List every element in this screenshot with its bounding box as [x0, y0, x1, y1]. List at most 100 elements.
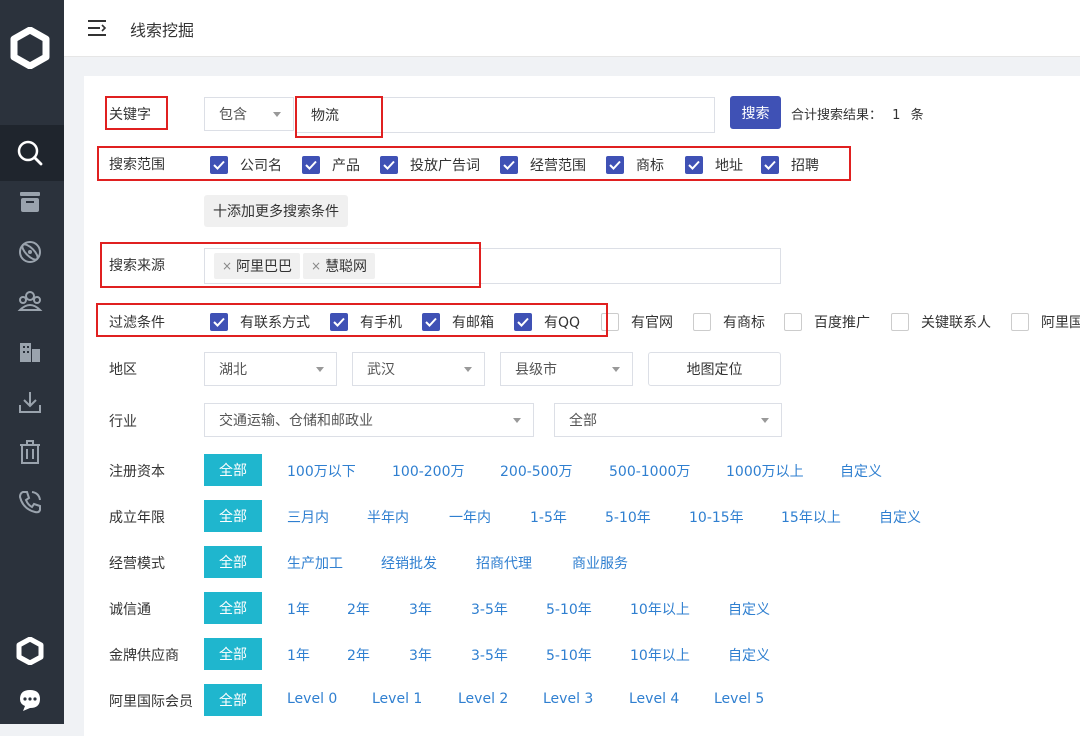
logo-icon[interactable] — [9, 26, 51, 70]
trust-option[interactable]: 3-5年 — [471, 599, 508, 619]
filter-checkbox[interactable]: 阿里国 — [1011, 312, 1080, 332]
download-icon[interactable] — [15, 387, 45, 417]
trust-option[interactable]: 10年以上 — [630, 599, 690, 619]
years-option[interactable]: 一年内 — [449, 507, 491, 527]
scope-checkbox-label: 招聘 — [791, 158, 819, 174]
add-condition-button[interactable]: 十添加更多搜索条件 — [204, 195, 348, 227]
trust-option[interactable]: 1年 — [287, 599, 310, 619]
capital-option[interactable]: 1000万以上 — [726, 461, 804, 481]
capital-option[interactable]: 全部 — [204, 454, 262, 486]
filter-checkbox[interactable]: 有联系方式 — [210, 312, 310, 332]
filter-checkbox[interactable]: 有商标 — [693, 312, 765, 332]
capital-option[interactable]: 500-1000万 — [609, 461, 690, 481]
industry-label: 行业 — [109, 414, 137, 430]
gold-option[interactable]: 3-5年 — [471, 645, 508, 665]
gold-option[interactable]: 10年以上 — [630, 645, 690, 665]
trust-option[interactable]: 2年 — [347, 599, 370, 619]
filter-checkbox-label: 有邮箱 — [452, 315, 494, 331]
checkbox-checked-icon — [380, 156, 398, 174]
years-option[interactable]: 自定义 — [879, 507, 921, 527]
close-icon[interactable]: × — [311, 259, 321, 273]
top-header: 线索挖掘 — [64, 0, 1080, 57]
close-icon[interactable]: × — [222, 259, 232, 273]
search-icon[interactable] — [15, 138, 45, 168]
search-button[interactable]: 搜索 — [730, 96, 781, 129]
filter-checkbox[interactable]: 有QQ — [514, 312, 580, 332]
intl-option[interactable]: Level 2 — [458, 691, 508, 707]
keyword-input[interactable]: 物流 — [296, 97, 715, 133]
industry-select[interactable]: 交通运输、仓储和邮政业 — [204, 403, 534, 437]
mode-option[interactable]: 生产加工 — [287, 553, 343, 573]
filter-checkbox[interactable]: 有邮箱 — [422, 312, 494, 332]
building-icon[interactable] — [15, 337, 45, 367]
scope-checkbox[interactable]: 商标 — [606, 155, 664, 175]
years-option[interactable]: 半年内 — [367, 507, 409, 527]
scope-checkbox[interactable]: 经营范围 — [500, 155, 586, 175]
filter-checkbox-label: 百度推广 — [814, 315, 870, 331]
mode-option[interactable]: 商业服务 — [572, 553, 628, 573]
city-select[interactable]: 武汉 — [352, 352, 485, 386]
source-tag[interactable]: × 阿里巴巴 — [214, 253, 301, 279]
scope-checkbox[interactable]: 地址 — [685, 155, 743, 175]
years-option[interactable]: 10-15年 — [689, 507, 744, 527]
intl-option[interactable]: Level 4 — [629, 691, 679, 707]
checkbox-unchecked-icon — [784, 313, 802, 331]
province-select[interactable]: 湖北 — [204, 352, 337, 386]
years-option[interactable]: 5-10年 — [605, 507, 651, 527]
intl-option[interactable]: Level 5 — [714, 691, 764, 707]
capital-option[interactable]: 100-200万 — [392, 461, 465, 481]
filter-checkbox[interactable]: 关键联系人 — [891, 312, 991, 332]
filter-checkbox-label: 阿里国 — [1041, 315, 1080, 331]
trust-option[interactable]: 全部 — [204, 592, 262, 624]
page-title: 线索挖掘 — [130, 21, 195, 40]
years-option[interactable]: 15年以上 — [781, 507, 841, 527]
gold-option[interactable]: 1年 — [287, 645, 310, 665]
gold-option[interactable]: 2年 — [347, 645, 370, 665]
sub-industry-select[interactable]: 全部 — [554, 403, 782, 437]
filter-checkbox[interactable]: 有官网 — [601, 312, 673, 332]
province-value: 湖北 — [219, 362, 247, 378]
trash-icon[interactable] — [15, 437, 45, 467]
brand-icon[interactable] — [15, 636, 45, 666]
scope-checkbox[interactable]: 招聘 — [761, 155, 819, 175]
capital-option[interactable]: 100万以下 — [287, 461, 356, 481]
intl-option[interactable]: 全部 — [204, 684, 262, 716]
source-tag[interactable]: × 慧聪网 — [303, 253, 376, 279]
mode-option[interactable]: 招商代理 — [476, 553, 532, 573]
trust-option[interactable]: 自定义 — [728, 599, 770, 619]
checkbox-checked-icon — [606, 156, 624, 174]
phone-icon[interactable] — [15, 487, 45, 517]
orbit-icon[interactable] — [15, 237, 45, 267]
mode-option[interactable]: 经销批发 — [381, 553, 437, 573]
years-option[interactable]: 全部 — [204, 500, 262, 532]
mode-option[interactable]: 全部 — [204, 546, 262, 578]
users-icon[interactable] — [15, 286, 45, 316]
intl-option[interactable]: Level 0 — [287, 691, 337, 707]
filter-checkbox[interactable]: 有手机 — [330, 312, 402, 332]
intl-option[interactable]: Level 3 — [543, 691, 593, 707]
map-locate-button[interactable]: 地图定位 — [648, 352, 781, 386]
county-select[interactable]: 县级市 — [500, 352, 633, 386]
region-label: 地区 — [109, 362, 137, 378]
intl-option[interactable]: Level 1 — [372, 691, 422, 707]
menu-toggle-icon[interactable] — [86, 18, 108, 38]
years-option[interactable]: 三月内 — [287, 507, 329, 527]
capital-option[interactable]: 自定义 — [840, 461, 882, 481]
source-tag-label: 慧聪网 — [325, 259, 368, 275]
scope-checkbox[interactable]: 产品 — [302, 155, 360, 175]
gold-option[interactable]: 5-10年 — [546, 645, 592, 665]
trust-option[interactable]: 3年 — [409, 599, 432, 619]
scope-checkbox[interactable]: 投放广告词 — [380, 155, 480, 175]
archive-icon[interactable] — [15, 187, 45, 217]
gold-option[interactable]: 全部 — [204, 638, 262, 670]
trust-option[interactable]: 5-10年 — [546, 599, 592, 619]
match-select[interactable]: 包含 — [204, 97, 294, 131]
chat-icon[interactable] — [15, 685, 45, 715]
capital-option[interactable]: 200-500万 — [500, 461, 573, 481]
years-option[interactable]: 1-5年 — [530, 507, 567, 527]
filter-label: 过滤条件 — [109, 315, 165, 331]
scope-checkbox[interactable]: 公司名 — [210, 155, 282, 175]
filter-checkbox[interactable]: 百度推广 — [784, 312, 870, 332]
gold-option[interactable]: 自定义 — [728, 645, 770, 665]
gold-option[interactable]: 3年 — [409, 645, 432, 665]
